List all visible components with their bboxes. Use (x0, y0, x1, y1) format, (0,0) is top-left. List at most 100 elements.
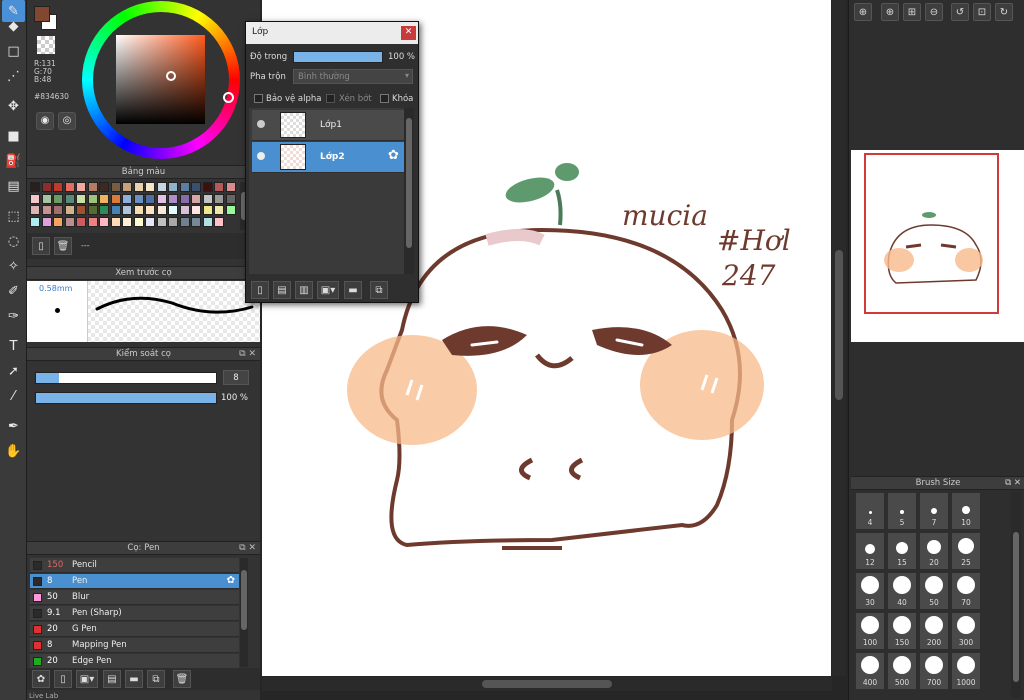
layer-opacity-slider[interactable] (293, 51, 383, 63)
palette-swatch[interactable] (30, 216, 40, 227)
magic-wand-tool-icon[interactable]: ✧ (2, 255, 25, 277)
palette-swatch[interactable] (156, 216, 167, 227)
palette-swatch[interactable] (64, 216, 75, 227)
palette-swatch[interactable] (214, 205, 224, 215)
brush-size-cell[interactable]: 1000 (951, 652, 981, 690)
palette-swatch[interactable] (110, 182, 121, 192)
fill-shape-tool-icon[interactable]: ■ (2, 125, 25, 147)
palette-swatch[interactable] (179, 193, 190, 204)
gear-icon[interactable]: ✿ (388, 148, 399, 163)
palette-swatch[interactable] (122, 182, 132, 192)
palette-swatch[interactable] (99, 182, 109, 192)
brush-size-cell[interactable]: 30 (855, 572, 885, 610)
layer-item[interactable]: Lớp1 (252, 110, 404, 141)
brush-list-item[interactable]: 50 Blur (30, 590, 239, 605)
foreground-color-swatch[interactable] (34, 6, 50, 22)
eyedropper-tool-icon[interactable]: ⁄ (2, 385, 25, 407)
fit-icon[interactable]: ⊞ (903, 3, 921, 21)
select-pen-tool-icon[interactable]: ✐ (2, 280, 25, 302)
brush-properties-icon[interactable]: ▤ (103, 670, 121, 688)
brush-folder-icon[interactable]: ▬ (125, 670, 143, 688)
palette-swatch[interactable] (225, 205, 236, 215)
palette-icon[interactable]: ◉ (36, 112, 54, 130)
eraser-tool-icon[interactable]: ◆ (2, 15, 25, 37)
brush-size-cell[interactable]: 15 (887, 532, 917, 570)
palette-swatch[interactable] (76, 182, 86, 192)
palette-swatch[interactable] (30, 205, 40, 215)
text-tool-icon[interactable]: T (2, 335, 25, 357)
operation-tool-icon[interactable]: ➚ (2, 360, 25, 382)
palette-swatch[interactable] (202, 182, 213, 192)
palette-swatch[interactable] (179, 182, 190, 192)
select-rect-tool-icon[interactable]: ⬚ (2, 205, 25, 227)
color-picker-handle[interactable] (166, 71, 176, 81)
brush-settings-icon[interactable]: ✿ (32, 670, 50, 688)
layer-folder-icon[interactable]: ▬ (344, 281, 362, 299)
palette-swatch[interactable] (156, 182, 167, 192)
palette-swatch[interactable] (76, 193, 86, 204)
palette-swatch[interactable] (99, 193, 109, 204)
lasso-tool-icon[interactable]: ◌ (2, 230, 25, 252)
hand-tool-icon[interactable]: ✋ (2, 440, 25, 462)
palette-swatch[interactable] (53, 193, 63, 204)
brush-size-cell[interactable]: 700 (919, 652, 949, 690)
brush-size-cell[interactable]: 70 (951, 572, 981, 610)
palette-swatch[interactable] (53, 216, 63, 227)
reset-view-icon[interactable]: ⊡ (973, 3, 991, 21)
layer-item[interactable]: Lớp2 ✿ (252, 142, 404, 173)
brush-size-cell[interactable]: 50 (919, 572, 949, 610)
palette-swatch[interactable] (41, 193, 52, 204)
palette-swatch[interactable] (202, 193, 213, 204)
palette-swatch[interactable] (202, 216, 213, 227)
palette-swatch[interactable] (110, 216, 121, 227)
palette-swatch[interactable] (87, 182, 98, 192)
palette-swatch[interactable] (145, 193, 155, 204)
duplicate-brush-icon[interactable]: ⧉ (147, 670, 165, 688)
zoom-out-icon[interactable]: ⊖ (925, 3, 943, 21)
gear-icon[interactable]: ✿ (227, 575, 235, 586)
rotate-right-icon[interactable]: ↻ (995, 3, 1013, 21)
new-layer-icon[interactable]: ▯ (251, 281, 269, 299)
palette-swatch[interactable] (156, 205, 167, 215)
duplicate-layer-icon[interactable]: ⧉ (370, 281, 388, 299)
palette-swatch[interactable] (122, 193, 132, 204)
rectangle-tool-icon[interactable]: □ (2, 40, 25, 62)
clipping-checkbox[interactable] (326, 94, 335, 103)
palette-swatch[interactable] (168, 216, 178, 227)
add-layer-menu-icon[interactable]: ▣▾ (317, 281, 339, 299)
brush-opacity-slider[interactable] (35, 392, 217, 404)
zoom-in-icon[interactable]: ⊕ (881, 3, 899, 21)
brush-size-value[interactable]: 8 (223, 370, 249, 385)
palette-swatch[interactable] (225, 193, 236, 204)
brush-size-cell[interactable]: 10 (951, 492, 981, 530)
palette-swatch[interactable] (99, 205, 109, 215)
brush-size-cell[interactable]: 25 (951, 532, 981, 570)
eyedropper2-tool-icon[interactable]: ✒ (2, 415, 25, 437)
palette-swatch[interactable] (214, 182, 224, 192)
palette-swatch[interactable] (168, 205, 178, 215)
palette-swatch[interactable] (64, 193, 75, 204)
rotate-left-icon[interactable]: ↺ (951, 3, 969, 21)
delete-palette-icon[interactable]: 🗑 (54, 237, 72, 255)
brush-list-item[interactable]: 8 Mapping Pen (30, 638, 239, 653)
brush-size-scrollbar[interactable] (1011, 492, 1021, 698)
palette-swatch[interactable] (122, 216, 132, 227)
brush-size-cell[interactable]: 150 (887, 612, 917, 650)
gradient-tool-icon[interactable]: ▤ (2, 175, 25, 197)
layer-list-scrollbar[interactable] (404, 108, 414, 274)
palette-swatch[interactable] (122, 205, 132, 215)
new-brush-icon[interactable]: ▯ (54, 670, 72, 688)
brush-size-cell[interactable]: 7 (919, 492, 949, 530)
palette-swatch[interactable] (41, 182, 52, 192)
canvas-horizontal-scrollbar[interactable] (262, 677, 832, 691)
palette-swatch[interactable] (145, 216, 155, 227)
palette-swatch[interactable] (133, 205, 144, 215)
palette-swatch[interactable] (53, 205, 63, 215)
add-brush-menu-icon[interactable]: ▣▾ (76, 670, 98, 688)
palette-swatch[interactable] (76, 216, 86, 227)
lock-checkbox[interactable] (380, 94, 389, 103)
brush-size-cell[interactable]: 400 (855, 652, 885, 690)
hue-handle[interactable] (223, 92, 234, 103)
close-icon[interactable]: ✕ (401, 26, 416, 40)
palette-swatch[interactable] (41, 216, 52, 227)
